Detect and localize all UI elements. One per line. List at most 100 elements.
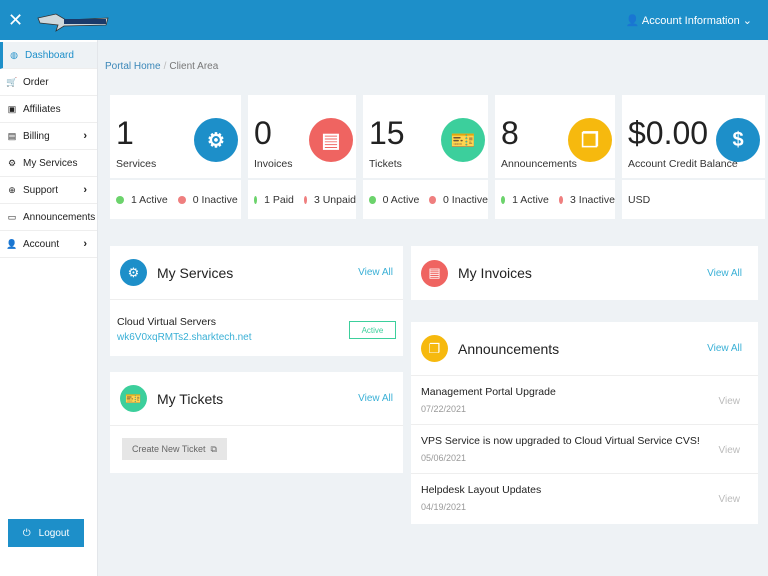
ticket-icon: 🎫 [120, 385, 147, 412]
copy-icon: ❐ [421, 335, 448, 362]
announcements-panel: ❐ Announcements View All Management Portal… [411, 322, 758, 524]
lifebuoy-icon: ⊕ [8, 184, 16, 195]
invoice-icon: ▤ [421, 259, 448, 287]
sidebar-item-affiliates[interactable]: ▣ Affiliates [0, 96, 97, 123]
stat-status-announcements: 1 Active 3 Inactive [495, 180, 615, 219]
sidebar-item-label: Affiliates [23, 103, 61, 115]
stat-label: Invoices [254, 158, 293, 170]
sidebar-item-support[interactable]: ⊕ Support › [0, 177, 97, 204]
sidebar-item-dashboard[interactable]: ◍ Dashboard [0, 42, 97, 69]
gear-icon: ⚙ [7, 157, 17, 168]
ticket-icon: 🎫 [441, 118, 485, 162]
inactive-count: 0 Inactive [443, 193, 488, 206]
announcement-date: 07/22/2021 [421, 404, 467, 414]
panel-title: My Invoices [458, 265, 532, 281]
logout-label: Logout [38, 527, 70, 539]
stat-card-announcements[interactable]: 8 Announcements ❐ [495, 95, 615, 178]
currency-label: USD [628, 193, 651, 206]
breadcrumb-home-link[interactable]: Portal Home [105, 61, 161, 72]
view-link[interactable]: View [719, 494, 741, 505]
sidebar-item-my-services[interactable]: ⚙ My Services [0, 150, 97, 177]
announcement-item[interactable]: Management Portal Upgrade 07/22/2021 View [411, 376, 758, 425]
my-tickets-panel: 🎫 My Tickets View All Create New Ticket ⧉ [110, 372, 403, 473]
sidebar-item-order[interactable]: 🛒 Order [0, 69, 97, 96]
stat-value: 0 [254, 115, 272, 151]
stat-status-services: 1 Active 0 Inactive [110, 180, 241, 219]
active-count: 1 Active [512, 193, 549, 206]
breadcrumb: Portal Home / Client Area [105, 61, 218, 72]
stat-value: 15 [369, 115, 405, 151]
gear-icon: ⚙ [120, 259, 147, 286]
sidebar-item-account[interactable]: 👤 Account › [0, 231, 97, 258]
sidebar-item-label: Dashboard [25, 49, 74, 61]
sidebar-item-label: My Services [23, 157, 78, 169]
stat-card-tickets[interactable]: 15 Tickets 🎫 [363, 95, 488, 178]
my-invoices-panel: ▤ My Invoices View All [411, 246, 758, 300]
stat-value: 8 [501, 115, 519, 151]
stat-label: Services [116, 158, 157, 170]
announcement-item[interactable]: VPS Service is now upgraded to Cloud Vir… [411, 425, 758, 474]
stat-card-invoices[interactable]: 0 Invoices ▤ [248, 95, 356, 178]
power-icon: ⏻ [22, 527, 31, 539]
stat-label: Announcements [501, 158, 577, 170]
stat-label: Tickets [369, 158, 402, 170]
my-services-panel: ⚙ My Services View All Cloud Virtual Serve… [110, 246, 403, 356]
stat-value: 1 [116, 115, 134, 151]
announcement-title: VPS Service is now upgraded to Cloud Vir… [421, 435, 700, 447]
active-count: 1 Active [131, 193, 168, 206]
sidebar-item-announcements[interactable]: ▭ Announcements [0, 204, 97, 231]
copy-icon: ❐ [568, 118, 612, 162]
sidebar-item-label: Support [23, 184, 59, 196]
sharktech-logo[interactable] [36, 10, 110, 32]
paid-count: 1 Paid [264, 193, 294, 206]
view-all-link[interactable]: View All [707, 343, 742, 354]
logout-button[interactable]: ⏻ Logout [8, 519, 84, 547]
stat-status-credit: USD [622, 180, 765, 219]
stat-status-tickets: 0 Active 0 Inactive [363, 180, 488, 219]
file-icon: ▤ [7, 130, 17, 141]
sidebar-item-label: Announcements [23, 211, 96, 223]
create-ticket-label: Create New Ticket [132, 444, 206, 454]
stat-value: $0.00 [628, 115, 709, 151]
account-label: Account Information [641, 15, 740, 27]
chevron-right-icon: › [83, 238, 87, 250]
view-all-link[interactable]: View All [358, 267, 393, 278]
announcement-title: Management Portal Upgrade [421, 386, 556, 398]
view-all-link[interactable]: View All [707, 268, 742, 279]
close-menu-icon[interactable]: ✕ [8, 10, 23, 30]
status-badge: Active [349, 321, 396, 339]
account-menu[interactable]: 👤 Account Information ⌄ [626, 14, 752, 27]
sidebar-item-label: Order [23, 76, 49, 88]
external-link-icon: ⧉ [210, 443, 217, 454]
chevron-right-icon: › [83, 130, 87, 142]
announcement-date: 05/06/2021 [421, 453, 467, 463]
inactive-count: 3 Inactive [570, 193, 615, 206]
stat-status-invoices: 1 Paid 3 Unpaid [248, 180, 356, 219]
panel-title: My Tickets [157, 390, 224, 407]
user-icon: 👤 [6, 238, 18, 249]
announcement-title: Helpdesk Layout Updates [421, 484, 542, 496]
stat-card-services[interactable]: 1 Services ⚙ [110, 95, 241, 178]
active-count: 0 Active [382, 193, 420, 206]
service-item[interactable]: Cloud Virtual Servers wk6V0xqRMTs2.shark… [110, 300, 403, 359]
sidebar-item-label: Billing [23, 130, 50, 142]
stat-label: Account Credit Balance [628, 158, 738, 170]
sidebar: ◍ Dashboard 🛒 Order ▣ Affiliates ▤ Billing › … [0, 40, 98, 576]
sidebar-item-billing[interactable]: ▤ Billing › [0, 123, 97, 150]
gear-icon: ⚙ [194, 118, 238, 162]
money-icon: ▣ [7, 103, 17, 114]
panel-title: Announcements [458, 340, 560, 357]
newspaper-icon: ▭ [7, 211, 17, 222]
view-link[interactable]: View [719, 396, 741, 407]
dollar-icon: $ [716, 118, 760, 162]
create-new-ticket-button[interactable]: Create New Ticket ⧉ [122, 438, 227, 460]
announcement-item[interactable]: Helpdesk Layout Updates 04/19/2021 View [411, 474, 758, 523]
inactive-count: 0 Inactive [192, 193, 238, 206]
cart-icon: 🛒 [6, 76, 18, 87]
panel-title: My Services [157, 264, 234, 281]
view-link[interactable]: View [719, 445, 741, 456]
announcement-date: 04/19/2021 [421, 502, 467, 512]
view-all-link[interactable]: View All [358, 393, 393, 404]
unpaid-count: 3 Unpaid [313, 193, 356, 206]
stat-card-credit[interactable]: $0.00 Account Credit Balance $ [622, 95, 765, 178]
